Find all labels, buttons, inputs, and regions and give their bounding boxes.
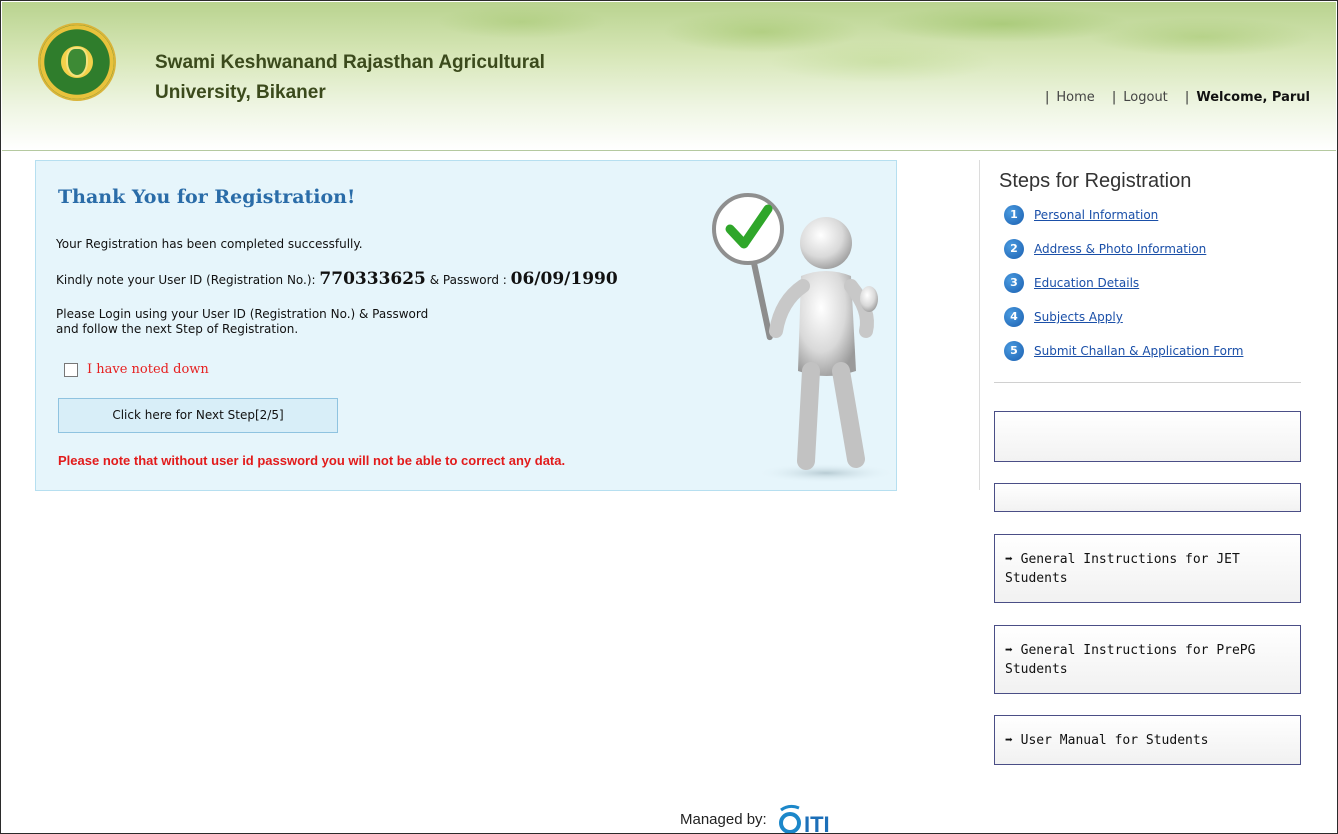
steps-title: Steps for Registration <box>999 170 1192 192</box>
warning-message: Please note that without user id passwor… <box>58 453 566 468</box>
noted-down-checkbox[interactable] <box>64 362 78 377</box>
user-manual-button[interactable]: ➡ User Manual for Students <box>994 715 1301 765</box>
step-item-address-photo[interactable]: 2 Address & Photo Information <box>1004 239 1206 259</box>
credentials-prefix: Kindly note your User ID (Registration N… <box>56 273 316 287</box>
iti-logo: ITI <box>778 804 830 834</box>
empty-info-box <box>994 411 1301 462</box>
step-number-icon: 2 <box>1004 239 1024 259</box>
step-number-icon: 3 <box>1004 273 1024 293</box>
jet-instructions-label: ➡ General Instructions for JET Students <box>1005 551 1240 586</box>
page-frame: Swami Keshwanand Rajasthan Agricultural … <box>0 0 1338 834</box>
step-item-personal-information[interactable]: 1 Personal Information <box>1004 205 1158 225</box>
step-link[interactable]: Subjects Apply <box>1034 310 1123 324</box>
university-name: Swami Keshwanand Rajasthan Agricultural … <box>155 48 675 108</box>
step-link[interactable]: Submit Challan & Application Form <box>1034 344 1243 358</box>
credentials-line: Kindly note your User ID (Registration N… <box>56 269 618 289</box>
logo-emblem <box>66 47 88 77</box>
arrow-right-icon: ➡ <box>1005 642 1013 658</box>
noted-down-row: I have noted down <box>64 362 209 377</box>
password-label: & Password : <box>429 273 507 287</box>
university-name-line2: University, Bikaner <box>155 82 326 103</box>
step-link[interactable]: Education Details <box>1034 276 1139 290</box>
iti-logo-text: ITI <box>804 812 830 834</box>
managed-by: Managed by: ITI <box>680 802 857 834</box>
step-link[interactable]: Address & Photo Information <box>1034 242 1206 256</box>
university-name-line1: Swami Keshwanand Rajasthan Agricultural <box>155 52 545 73</box>
login-instruction-line2: and follow the next Step of Registration… <box>56 322 299 336</box>
panel-title: Thank You for Registration! <box>58 186 356 208</box>
step-item-education-details[interactable]: 3 Education Details <box>1004 273 1139 293</box>
sidebar-separator <box>994 382 1301 383</box>
login-instruction-line1: Please Login using your User ID (Registr… <box>56 307 429 321</box>
top-nav: | Home | Logout | Welcome, Parul <box>1032 90 1310 105</box>
empty-info-box-small <box>994 483 1301 512</box>
prepg-instructions-label: ➡ General Instructions for PrePG Student… <box>1005 642 1256 677</box>
arrow-right-icon: ➡ <box>1005 551 1013 567</box>
welcome-text: Welcome, Parul <box>1196 90 1310 105</box>
success-figure-illustration <box>712 193 896 483</box>
logout-link[interactable]: Logout <box>1123 90 1168 105</box>
prepg-instructions-button[interactable]: ➡ General Instructions for PrePG Student… <box>994 625 1301 694</box>
noted-down-label[interactable]: I have noted down <box>87 362 209 377</box>
next-step-button[interactable]: Click here for Next Step[2/5] <box>58 398 338 433</box>
step-link[interactable]: Personal Information <box>1034 208 1158 222</box>
registration-success-panel: Thank You for Registration! Your Registr… <box>35 160 897 491</box>
nav-separator: | <box>1184 90 1190 105</box>
completed-message: Your Registration has been completed suc… <box>56 237 363 251</box>
nav-separator: | <box>1111 90 1117 105</box>
user-id-value: 770333625 <box>319 269 426 289</box>
university-logo <box>38 23 116 101</box>
sidebar-divider <box>979 160 980 490</box>
step-number-icon: 1 <box>1004 205 1024 225</box>
managed-by-label: Managed by: <box>680 810 767 828</box>
jet-instructions-button[interactable]: ➡ General Instructions for JET Students <box>994 534 1301 603</box>
step-number-icon: 5 <box>1004 341 1024 361</box>
home-link[interactable]: Home <box>1056 90 1094 105</box>
header: Swami Keshwanand Rajasthan Agricultural … <box>2 2 1336 151</box>
step-number-icon: 4 <box>1004 307 1024 327</box>
step-item-submit-challan[interactable]: 5 Submit Challan & Application Form <box>1004 341 1243 361</box>
nav-separator: | <box>1044 90 1050 105</box>
step-item-subjects-apply[interactable]: 4 Subjects Apply <box>1004 307 1123 327</box>
password-value: 06/09/1990 <box>510 269 618 289</box>
user-manual-label: ➡ User Manual for Students <box>1005 732 1209 748</box>
arrow-right-icon: ➡ <box>1005 732 1013 748</box>
